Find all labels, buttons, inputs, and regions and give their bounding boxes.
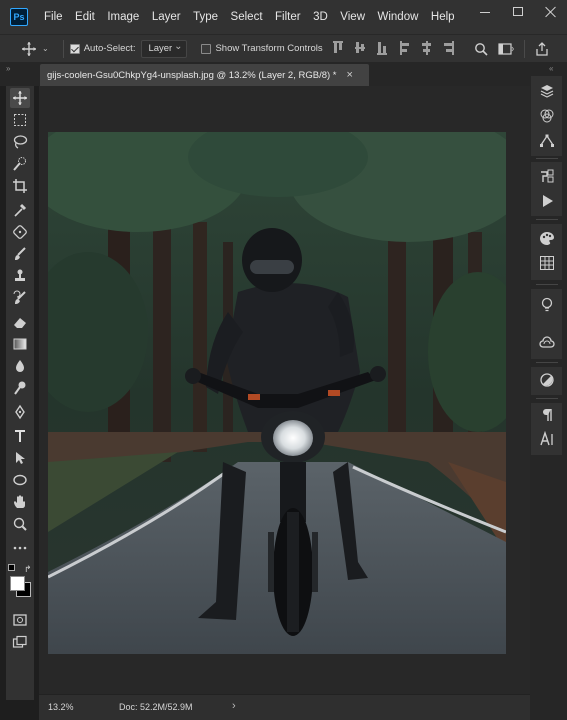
menu-filter[interactable]: Filter [275, 11, 301, 23]
move-tool[interactable] [10, 88, 30, 108]
ellipse-tool[interactable] [10, 470, 30, 490]
gradient-tool[interactable] [10, 334, 30, 354]
color-swatches[interactable]: ↱ [8, 564, 32, 606]
move-tool-preset-icon[interactable] [20, 40, 38, 58]
status-bar: 13.2% Doc: 52.2M/52.9M › [39, 694, 530, 720]
dodge-tool[interactable] [10, 378, 30, 398]
workspace-icon[interactable] [498, 42, 514, 56]
channels-icon[interactable] [538, 107, 556, 125]
hand-tool[interactable] [10, 492, 30, 512]
align-buttons [333, 40, 454, 56]
menu-help[interactable]: Help [431, 11, 455, 23]
menu-edit[interactable]: Edit [75, 11, 95, 23]
document-tab-title: gijs-coolen-Gsu0ChkpYg4-unsplash.jpg @ 1… [47, 69, 337, 81]
auto-select-target-dropdown[interactable]: Layer [141, 39, 188, 58]
photoshop-logo: Ps [10, 8, 28, 26]
menu-3d[interactable]: 3D [313, 11, 328, 23]
paragraph-icon[interactable] [538, 406, 556, 424]
quick-selection-tool[interactable] [10, 154, 30, 174]
foreground-color-swatch[interactable] [10, 576, 25, 591]
type-tool[interactable] [10, 426, 30, 446]
auto-select-label: Auto-Select: [83, 43, 136, 54]
swatches-icon[interactable] [538, 254, 556, 272]
document-tab[interactable]: gijs-coolen-Gsu0ChkpYg4-unsplash.jpg @ 1… [40, 64, 369, 86]
character-icon[interactable] [538, 430, 556, 448]
align-horizontal-centers-icon[interactable] [421, 40, 431, 56]
show-transform-controls-checkbox[interactable] [201, 43, 212, 54]
menu-layer[interactable]: Layer [152, 11, 181, 23]
actions-icon[interactable] [538, 192, 556, 210]
swap-colors-icon[interactable]: ↱ [24, 564, 32, 575]
quick-mask[interactable] [10, 610, 30, 630]
marquee-tool[interactable] [10, 110, 30, 130]
menu-view[interactable]: View [340, 11, 365, 23]
options-bar: ⌄ Auto-Select: Layer Show Transform Cont… [0, 34, 567, 62]
libraries-icon[interactable] [538, 334, 556, 352]
menu-file[interactable]: File [44, 11, 63, 23]
tools-panel: ↱ [6, 86, 34, 700]
color-icon[interactable] [538, 229, 556, 247]
show-transform-controls-label: Show Transform Controls [215, 43, 323, 54]
divider [62, 39, 64, 58]
learn-icon[interactable] [538, 296, 556, 314]
status-menu-arrow-icon[interactable]: › [232, 700, 236, 712]
maximize-icon[interactable] [513, 7, 523, 16]
menu-image[interactable]: Image [107, 11, 139, 23]
history-icon[interactable] [538, 167, 556, 185]
zoom-level[interactable]: 13.2% [48, 702, 74, 712]
share-icon[interactable] [535, 42, 549, 56]
search-icon[interactable] [474, 42, 488, 56]
document-size: Doc: 52.2M/52.9M [119, 702, 193, 712]
auto-select-checkbox[interactable] [69, 43, 80, 54]
align-top-edges-icon[interactable] [333, 40, 343, 56]
close-tab-icon[interactable]: × [347, 69, 353, 81]
align-vertical-centers-icon[interactable] [355, 40, 365, 56]
minimize-icon[interactable] [479, 6, 491, 18]
adjustments-icon[interactable] [538, 371, 556, 389]
close-icon[interactable] [545, 6, 557, 18]
clone-stamp-tool[interactable] [10, 266, 30, 286]
crop-tool[interactable] [10, 176, 30, 196]
pen-tool[interactable] [10, 402, 30, 422]
chevron-down-icon[interactable]: ⌄ [42, 44, 49, 53]
default-colors-icon[interactable] [8, 564, 15, 571]
healing-brush-tool[interactable] [10, 222, 30, 242]
motorcycle-photo [48, 132, 506, 654]
divider [536, 362, 558, 363]
paths-icon[interactable] [538, 131, 556, 149]
menu-type[interactable]: Type [193, 11, 218, 23]
collapse-toolbar-icon[interactable]: » [6, 64, 10, 73]
history-brush-tool[interactable] [10, 288, 30, 308]
options-right-group [474, 40, 549, 58]
lasso-tool[interactable] [10, 132, 30, 152]
divider [536, 284, 558, 285]
more-tools[interactable] [10, 538, 30, 558]
screen-mode[interactable] [10, 632, 30, 652]
brush-tool[interactable] [10, 244, 30, 264]
collapse-panels-icon[interactable]: « [549, 64, 553, 73]
eraser-tool[interactable] [10, 312, 30, 332]
layers-icon[interactable] [538, 82, 556, 100]
image-canvas[interactable] [48, 132, 506, 654]
align-right-edges-icon[interactable] [443, 40, 454, 56]
divider [536, 219, 558, 220]
divider [536, 158, 558, 159]
zoom-tool[interactable] [10, 514, 30, 534]
align-left-edges-icon[interactable] [399, 40, 409, 56]
menu-window[interactable]: Window [378, 11, 419, 23]
path-selection-tool[interactable] [10, 448, 30, 468]
window-controls [479, 6, 557, 18]
divider [524, 40, 525, 58]
menu-bar: Ps File Edit Image Layer Type Select Fil… [0, 0, 567, 34]
blur-tool[interactable] [10, 356, 30, 376]
eyedropper-tool[interactable] [10, 200, 30, 220]
align-bottom-edges-icon[interactable] [377, 40, 387, 56]
divider [536, 398, 558, 399]
menu-select[interactable]: Select [231, 11, 263, 23]
